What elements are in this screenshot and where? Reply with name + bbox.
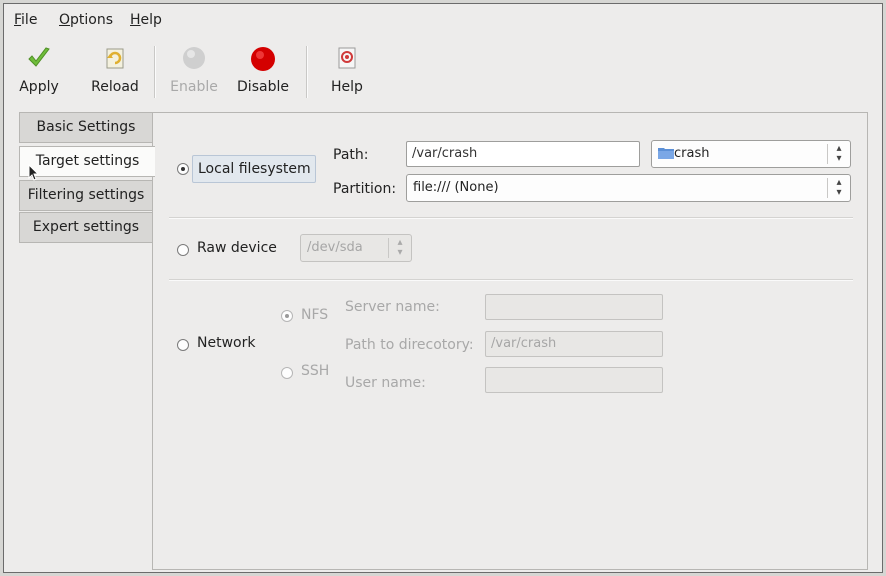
raw-device-radio[interactable] xyxy=(177,244,189,256)
partition-combo[interactable]: file:/// (None) ▴ ▾ xyxy=(406,174,851,202)
menu-help[interactable]: Help xyxy=(130,12,162,28)
folder-combo[interactable]: crash ▴ ▾ xyxy=(651,140,851,168)
nfs-radio[interactable] xyxy=(281,310,293,322)
grey-circle-icon xyxy=(183,47,205,69)
kdump-window: File Options Help Apply Reload Enable Di… xyxy=(3,3,883,573)
toolbar-separator xyxy=(306,46,308,98)
path-to-directory-input[interactable]: /var/crash xyxy=(485,331,663,357)
menubar: File Options Help xyxy=(4,4,882,36)
local-filesystem-label[interactable]: Local filesystem xyxy=(192,155,316,183)
tab-expert-settings[interactable]: Expert settings xyxy=(19,212,153,243)
partition-label: Partition: xyxy=(333,181,397,197)
combo-arrow-icon: ▴ ▾ xyxy=(388,238,411,258)
raw-device-combo[interactable]: /dev/sda ▴ ▾ xyxy=(300,234,412,262)
network-radio[interactable] xyxy=(177,339,189,351)
local-filesystem-radio[interactable] xyxy=(177,163,189,175)
help-icon xyxy=(338,47,356,69)
separator xyxy=(169,217,853,219)
path-label: Path: xyxy=(333,147,369,163)
network-label[interactable]: Network xyxy=(197,335,255,351)
menu-options[interactable]: Options xyxy=(59,12,113,28)
help-button[interactable]: Help xyxy=(324,42,370,100)
user-name-input[interactable] xyxy=(485,367,663,393)
toolbar-separator xyxy=(154,46,156,98)
disable-button[interactable]: Disable xyxy=(234,42,292,100)
user-name-label: User name: xyxy=(345,375,426,391)
reload-icon xyxy=(106,48,124,69)
apply-button[interactable]: Apply xyxy=(14,42,64,100)
target-settings-panel: Local filesystem Path: /var/crash crash … xyxy=(152,112,868,570)
toolbar: Apply Reload Enable Disable Help xyxy=(4,36,882,106)
server-name-label: Server name: xyxy=(345,299,440,315)
tab-filtering-settings[interactable]: Filtering settings xyxy=(19,180,153,211)
checkmark-icon xyxy=(28,47,50,67)
server-name-input[interactable] xyxy=(485,294,663,320)
ssh-radio[interactable] xyxy=(281,367,293,379)
path-to-directory-label: Path to direcotory: xyxy=(345,337,474,353)
nfs-label[interactable]: NFS xyxy=(301,307,328,323)
enable-button[interactable]: Enable xyxy=(168,42,220,100)
combo-arrow-icon: ▴ ▾ xyxy=(827,144,850,164)
combo-arrow-icon: ▴ ▾ xyxy=(827,178,850,198)
folder-icon xyxy=(658,148,674,159)
reload-button[interactable]: Reload xyxy=(86,42,144,100)
raw-device-label[interactable]: Raw device xyxy=(197,240,277,256)
separator xyxy=(169,279,853,281)
mouse-cursor-icon xyxy=(28,164,40,181)
menu-file[interactable]: File xyxy=(14,12,37,28)
path-input[interactable]: /var/crash xyxy=(406,141,640,167)
tab-basic-settings[interactable]: Basic Settings xyxy=(19,112,153,143)
ssh-label[interactable]: SSH xyxy=(301,363,329,379)
red-circle-icon xyxy=(251,47,275,71)
